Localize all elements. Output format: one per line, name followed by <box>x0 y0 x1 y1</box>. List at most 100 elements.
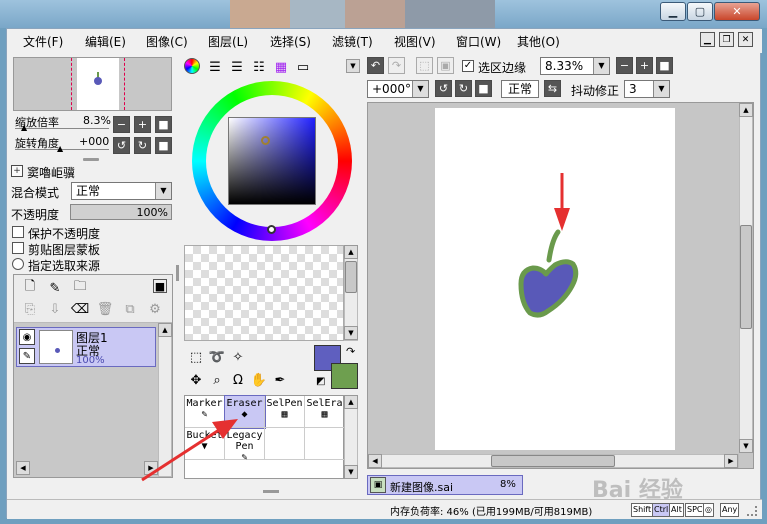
swatch-mode-icon[interactable]: ▦ <box>272 58 290 76</box>
lasso-icon[interactable]: ➰ <box>208 348 226 366</box>
clear-layer-icon[interactable]: ⌫ <box>71 300 89 318</box>
canvas-rotate-left-button[interactable]: ↺ <box>435 80 452 97</box>
new-layer-icon[interactable]: 🗋 <box>21 279 39 297</box>
rotate-reset-button[interactable]: ■ <box>155 137 172 154</box>
blend-mode-select[interactable]: 正常 ▼ <box>71 182 172 200</box>
merge-down-icon[interactable]: ⇩ <box>46 300 64 318</box>
zoom-tool-icon[interactable]: ⌕ <box>208 371 226 389</box>
layer-row[interactable]: ◉ ✎ 图层1 正常 100% <box>16 327 156 367</box>
canvas-zoom-reset-button[interactable]: ■ <box>656 57 673 74</box>
flip-horizontal-button[interactable]: ⇆ <box>544 80 561 97</box>
hand-icon[interactable]: ✋ <box>250 371 268 389</box>
layer-settings-icon[interactable]: ⚙ <box>146 300 164 318</box>
zoom-slider-knob[interactable]: ▲ <box>21 123 27 132</box>
selection-edge-checkbox[interactable]: ✓ <box>462 60 474 72</box>
canvas-hscroll-thumb[interactable] <box>491 455 615 467</box>
palette-mode-icon[interactable]: ☷ <box>250 58 268 76</box>
move-icon[interactable]: ✥ <box>187 371 205 389</box>
rotate-slider-knob[interactable]: ▲ <box>57 144 63 153</box>
color-sv-cursor[interactable] <box>261 136 270 145</box>
canvas-vscroll-thumb[interactable] <box>740 225 752 329</box>
protect-opacity-checkbox[interactable] <box>12 226 24 238</box>
mdi-minimize-button[interactable]: ▁ <box>700 32 715 47</box>
canvas-blend-button[interactable]: 正常 <box>501 80 539 98</box>
invert-selection-button[interactable]: ▣ <box>437 57 454 74</box>
tool-scroll-up-arrow[interactable]: ▲ <box>344 395 358 409</box>
layer-hscroll-left-arrow[interactable]: ◀ <box>16 461 30 475</box>
window-maximize-button[interactable]: ▢ <box>687 2 713 21</box>
menu-view[interactable]: 视图(V) <box>394 33 436 50</box>
color-hue-cursor[interactable] <box>267 225 276 234</box>
left-panel-splitter[interactable] <box>176 265 179 281</box>
delete-layer-icon[interactable]: 🗑 <box>96 300 114 318</box>
window-close-button[interactable]: ✕ <box>714 2 760 21</box>
secondary-color-swatch[interactable] <box>331 363 358 389</box>
eyedropper-icon[interactable]: ✒ <box>271 371 289 389</box>
eye-icon[interactable]: ◉ <box>19 329 35 345</box>
brush-lock-icon[interactable]: ✎ <box>19 348 35 364</box>
menu-image[interactable]: 图像(C) <box>146 33 188 50</box>
mdi-restore-button[interactable]: ❐ <box>719 32 734 47</box>
tool-slot-empty-1[interactable] <box>265 428 305 460</box>
zoom-out-button[interactable]: − <box>113 116 130 133</box>
window-minimize-button[interactable]: ▁ <box>660 2 686 21</box>
menu-edit[interactable]: 编辑(E) <box>85 33 126 50</box>
color-panel-dropdown-arrow[interactable]: ▼ <box>346 59 360 73</box>
new-linework-layer-icon[interactable]: ✎ <box>46 279 64 297</box>
scratch-pad[interactable] <box>184 245 344 341</box>
menu-window[interactable]: 窗口(W) <box>456 33 501 50</box>
color-sv-square[interactable] <box>228 117 316 205</box>
canvas-rotation-select[interactable]: +000° ▼ <box>367 80 429 98</box>
menu-layer[interactable]: 图层(L) <box>208 33 248 50</box>
rect-select-icon[interactable]: ⬚ <box>187 348 205 366</box>
merge-visible-icon[interactable]: ⧉ <box>121 300 139 318</box>
hsv-slider-mode-icon[interactable]: ☰ <box>228 58 246 76</box>
rgb-slider-mode-icon[interactable]: ☰ <box>206 58 224 76</box>
undo-button[interactable]: ↶ <box>367 57 384 74</box>
stabilizer-select[interactable]: 3 ▼ <box>624 80 670 98</box>
menu-file[interactable]: 文件(F) <box>23 33 63 50</box>
tool-selera[interactable]: SelEra ▦ <box>305 396 345 428</box>
rotate-right-button[interactable]: ↻ <box>134 137 151 154</box>
opacity-slider[interactable]: 100% <box>70 204 172 220</box>
scratchpad-mode-icon[interactable]: ▭ <box>294 58 312 76</box>
zoom-reset-button[interactable]: ■ <box>155 116 172 133</box>
canvas-zoom-out-button[interactable]: − <box>616 57 633 74</box>
scratch-scroll-up-arrow[interactable]: ▲ <box>344 245 358 259</box>
canvas-zoom-select[interactable]: 8.33% ▼ <box>540 57 610 75</box>
menu-filter[interactable]: 滤镜(T) <box>332 33 373 50</box>
color-wheel[interactable] <box>192 81 352 241</box>
swap-colors-icon[interactable]: ↷ <box>346 345 355 358</box>
canvas-vscroll-down-arrow[interactable]: ▼ <box>739 439 753 453</box>
deselect-button[interactable]: ⬚ <box>416 57 433 74</box>
canvas-hscroll-right-arrow[interactable]: ▶ <box>724 454 738 468</box>
tool-scroll-down-arrow[interactable]: ▼ <box>344 465 358 479</box>
canvas-vscroll-up-arrow[interactable]: ▲ <box>739 103 753 117</box>
canvas-hscroll-left-arrow[interactable]: ◀ <box>368 454 382 468</box>
zoom-in-button[interactable]: + <box>134 116 151 133</box>
layer-props-toggle-icon[interactable]: + <box>11 165 23 177</box>
layer-scroll-up-arrow[interactable]: ▲ <box>158 323 172 337</box>
canvas-zoom-in-button[interactable]: + <box>636 57 653 74</box>
tool-slot-empty-2[interactable] <box>305 428 345 460</box>
zoom-slider[interactable] <box>15 128 109 129</box>
menu-select[interactable]: 选择(S) <box>270 33 311 50</box>
magic-wand-icon[interactable]: ✧ <box>229 348 247 366</box>
color-wheel-mode-icon[interactable] <box>184 58 200 74</box>
scratch-scroll-thumb[interactable] <box>345 261 357 293</box>
rotate-tool-icon[interactable]: Ω <box>229 371 247 389</box>
new-folder-icon[interactable]: 🗀 <box>71 279 89 297</box>
mdi-close-button[interactable]: ✕ <box>738 32 753 47</box>
canvas-rotate-right-button[interactable]: ↻ <box>455 80 472 97</box>
document-tab[interactable]: ▣ 新建图像.sai 8% <box>367 475 523 495</box>
clipping-mask-checkbox[interactable] <box>12 242 24 254</box>
canvas-rotate-reset-button[interactable]: ■ <box>475 80 492 97</box>
resize-grip-icon[interactable] <box>747 506 757 516</box>
canvas-paper[interactable] <box>435 108 675 450</box>
layer-panel-close-icon[interactable]: ■ <box>153 279 167 293</box>
redo-button[interactable]: ↷ <box>388 57 405 74</box>
rotate-left-button[interactable]: ↺ <box>113 137 130 154</box>
tool-selpen[interactable]: SelPen ▦ <box>265 396 305 428</box>
selection-source-radio[interactable] <box>12 258 24 270</box>
copy-layer-icon[interactable]: ⎘ <box>21 300 39 318</box>
